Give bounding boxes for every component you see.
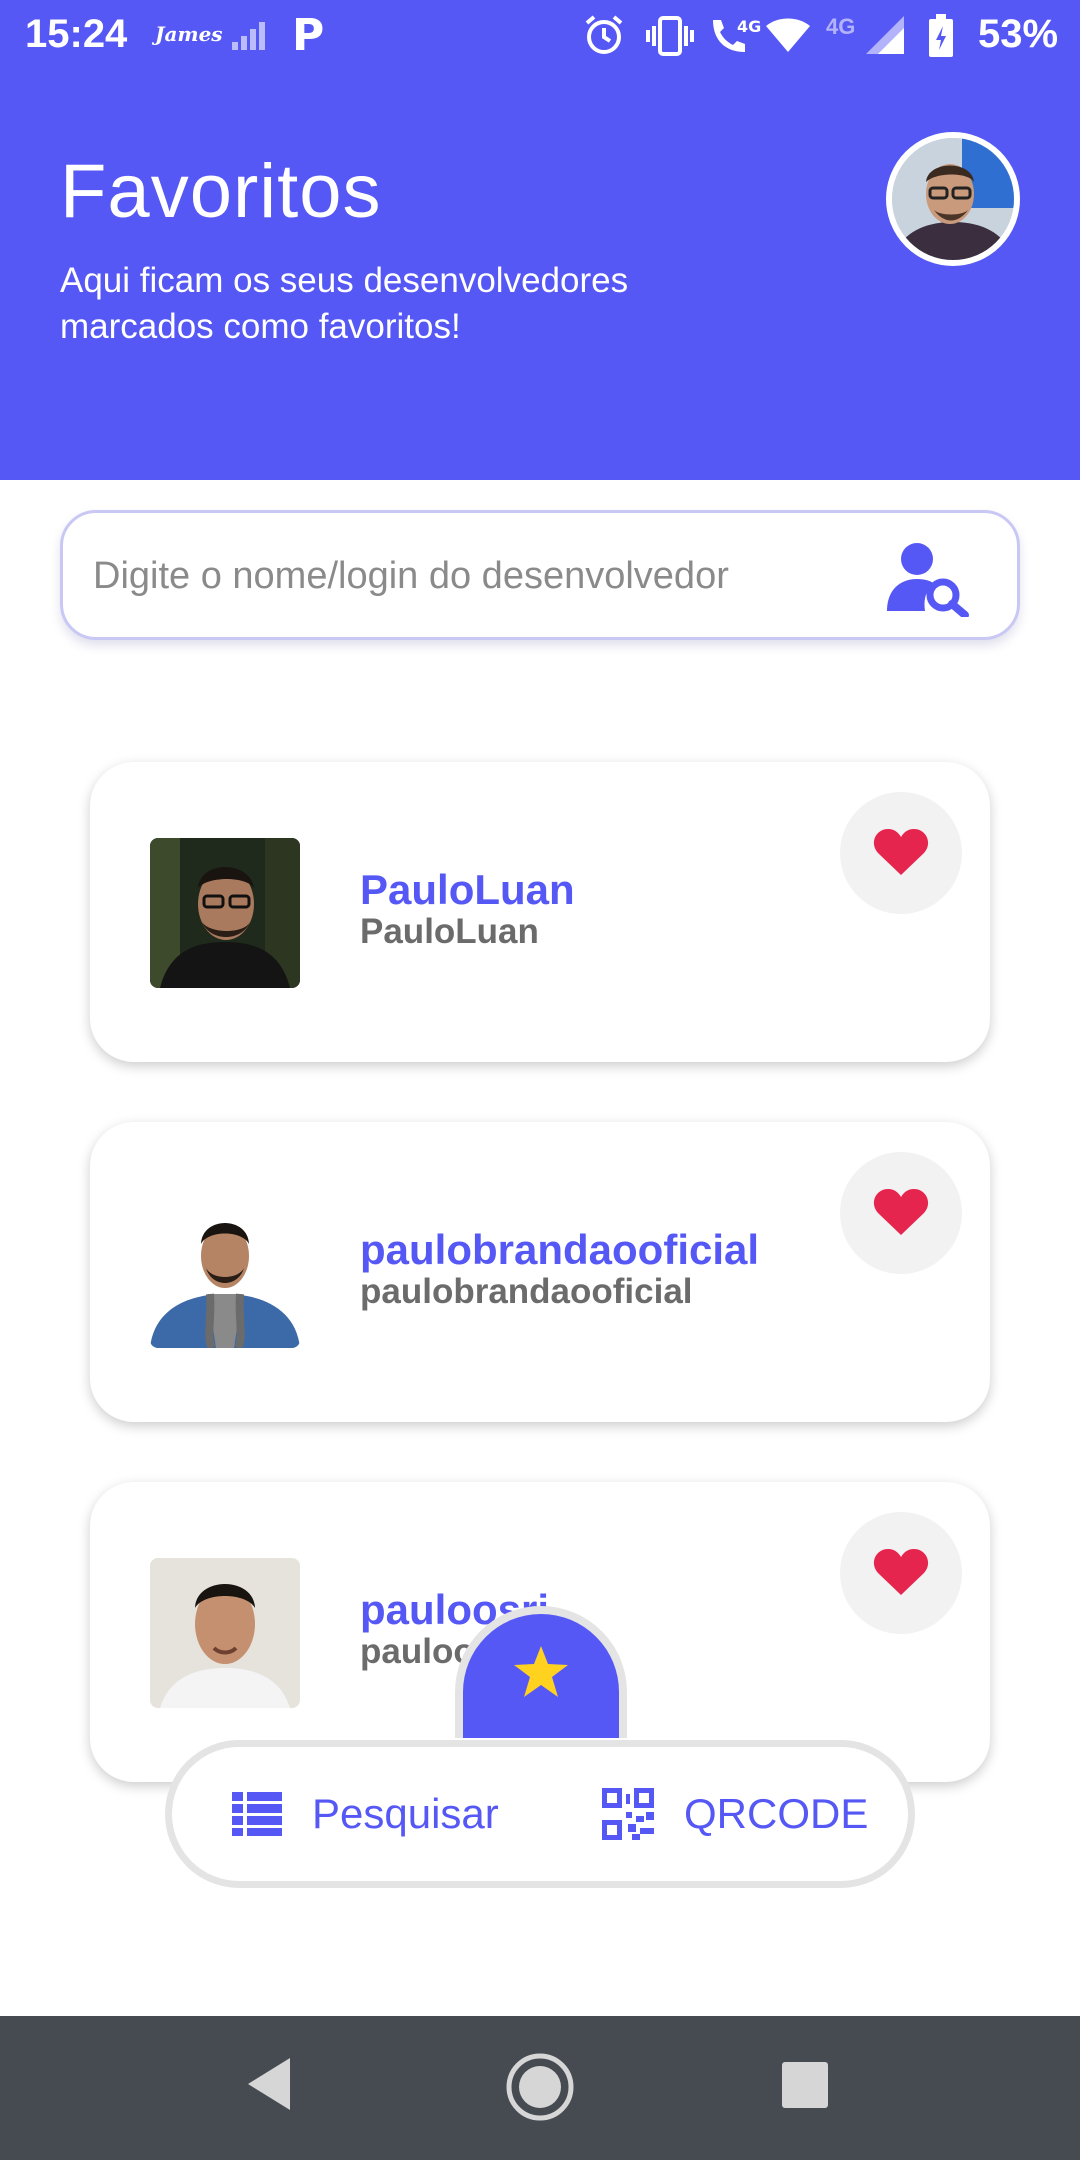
status-time: 15:24 xyxy=(25,12,128,56)
nav-qrcode-label: QRCODE xyxy=(684,1790,869,1837)
search-input[interactable] xyxy=(93,543,893,609)
developer-login: PauloLuan xyxy=(360,912,539,951)
back-icon[interactable] xyxy=(246,2056,292,2112)
header: 15:24 James P 4G 4G 53% Favoritos Aqui f… xyxy=(0,0,1080,480)
developer-avatar xyxy=(150,838,300,988)
search-box xyxy=(60,510,1020,640)
volte-call-icon: 4G xyxy=(713,17,761,52)
alarm-icon xyxy=(585,15,623,54)
developer-avatar xyxy=(150,1198,300,1348)
developer-name: paulobrandaooficial xyxy=(360,1226,760,1273)
system-nav-bar xyxy=(0,2016,1080,2160)
battery-icon xyxy=(929,14,953,57)
status-bar: 15:24 James P 4G 4G 53% xyxy=(0,0,1080,74)
profile-photo xyxy=(892,138,1014,260)
heart-icon xyxy=(873,1189,929,1235)
nav-qrcode-button[interactable]: QRCODE xyxy=(602,1747,868,1881)
p-app-icon: P xyxy=(292,10,325,61)
page-title: Favoritos xyxy=(60,149,382,234)
heart-icon xyxy=(873,829,929,875)
list-icon xyxy=(232,1792,282,1836)
star-icon xyxy=(514,1646,568,1697)
favorite-toggle-button[interactable] xyxy=(840,792,962,914)
signal-icon xyxy=(232,22,265,50)
recent-apps-icon[interactable] xyxy=(782,2062,828,2108)
vibrate-icon xyxy=(646,16,694,56)
developer-login: paulobrandaooficial xyxy=(360,1272,693,1311)
page-subtitle: Aqui ficam os seus desenvolvedores marca… xyxy=(60,261,629,346)
favorite-card[interactable]: PauloLuan PauloLuan xyxy=(90,762,990,1062)
bottom-nav: Pesquisar QRCODE xyxy=(165,1740,915,1888)
nav-search-button[interactable]: Pesquisar xyxy=(232,1747,499,1881)
heart-icon xyxy=(873,1549,929,1595)
cellular-signal-icon xyxy=(866,16,904,54)
call-4g-label: 4G xyxy=(737,17,761,36)
network-type-label: 4G xyxy=(826,14,856,39)
user-search-icon[interactable] xyxy=(885,541,969,617)
developer-name: PauloLuan xyxy=(360,866,575,913)
favorite-toggle-button[interactable] xyxy=(840,1512,962,1634)
battery-percent: 53% xyxy=(978,12,1059,56)
carrier-label: James xyxy=(155,22,223,46)
nav-search-label: Pesquisar xyxy=(312,1790,499,1837)
developer-avatar xyxy=(150,1558,300,1708)
home-icon[interactable] xyxy=(505,2052,575,2122)
favorite-toggle-button[interactable] xyxy=(840,1152,962,1274)
wifi-icon xyxy=(766,18,810,52)
profile-avatar[interactable] xyxy=(886,132,1020,266)
qrcode-icon xyxy=(602,1788,654,1840)
favorite-card[interactable]: paulobrandaooficial paulobrandaooficial xyxy=(90,1122,990,1422)
